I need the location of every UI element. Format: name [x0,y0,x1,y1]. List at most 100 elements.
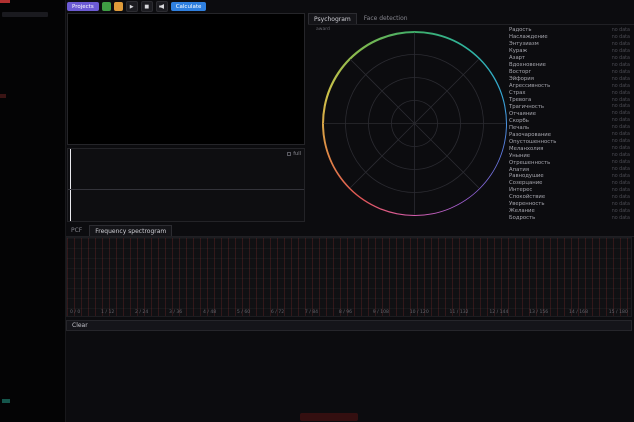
emotion-value: no data [612,42,630,47]
radar-grid [322,31,507,216]
emotion-value: no data [612,153,630,158]
time-tick: 12 / 144 [489,310,508,315]
emotion-value: no data [612,91,630,96]
emotion-name: Спокойствие [509,194,545,200]
clear-button[interactable]: Clear [66,320,632,331]
emotion-name: Интерес [509,187,532,193]
emotion-name: Уныние [509,153,530,159]
app-window: Projects ▶ ■ Calculate full Psychogram F… [0,0,634,422]
emotion-name: Эйфория [509,76,534,82]
projects-button[interactable]: Projects [67,2,99,11]
emotion-row: Созерцание no data [509,180,630,187]
emotion-name: Желание [509,208,535,214]
emotion-value: no data [612,70,630,75]
tab-frequency-spectrogram[interactable]: Frequency spectrogram [89,225,172,236]
checkbox-icon [287,152,291,156]
emotion-name: Энтузиазм [509,41,539,47]
time-tick: 10 / 120 [410,310,429,315]
emotion-name: Тревога [509,97,531,103]
toolbar-button-green[interactable] [102,2,111,11]
emotion-row: Равнодушие no data [509,173,630,180]
waveform-baseline [68,189,304,190]
emotion-value: no data [612,167,630,172]
emotion-value: no data [612,195,630,200]
play-icon: ▶ [130,4,134,10]
emotion-name: Отчаяние [509,111,536,117]
emotion-name: Разочарование [509,132,551,138]
time-tick: 13 / 156 [529,310,548,315]
sidebar-marker-teal [2,399,10,403]
emotion-row: Отчаяние no data [509,110,630,117]
emotion-value: no data [612,188,630,193]
speaker-icon [159,4,164,9]
bottom-panel-tabs: PCF Frequency spectrogram [66,225,634,237]
toolbar: Projects ▶ ■ Calculate [67,1,206,12]
full-label: full [293,151,301,157]
spectrogram-panel: 0 / 01 / 122 / 243 / 364 / 485 / 606 / 7… [66,237,632,317]
video-preview [67,13,305,145]
time-tick: 2 / 24 [135,310,148,315]
sidebar-marker-red [0,0,10,3]
emotion-name: Восторг [509,69,531,75]
time-tick: 15 / 180 [609,310,628,315]
emotion-row: Скорбь no data [509,117,630,124]
emotion-value: no data [612,84,630,89]
emotion-row: Уныние no data [509,152,630,159]
radar-chart [322,31,507,216]
tab-psychogram[interactable]: Psychogram [308,13,357,24]
emotion-name: Азарт [509,55,525,61]
emotion-name: Бодрость [509,215,535,221]
emotion-name: Страх [509,90,526,96]
emotion-value: no data [612,209,630,214]
emotion-name: Скорбь [509,118,529,124]
emotion-row: Страх no data [509,90,630,97]
emotion-value: no data [612,146,630,151]
emotion-name: Кураж [509,48,527,54]
emotion-row: Интерес no data [509,187,630,194]
emotion-name: Трагичность [509,104,544,110]
emotion-row: Печаль no data [509,124,630,131]
emotion-value: no data [612,139,630,144]
toolbar-button-orange[interactable] [114,2,123,11]
time-tick: 8 / 96 [339,310,352,315]
time-tick: 11 / 132 [450,310,469,315]
emotion-row: Наслаждение no data [509,34,630,41]
emotion-name: Радость [509,27,531,33]
emotion-value: no data [612,104,630,109]
emotion-value: no data [612,125,630,130]
emotion-row: Тревога no data [509,97,630,104]
time-tick: 6 / 72 [271,310,284,315]
emotion-name: Наслаждение [509,34,548,40]
emotion-name: Печаль [509,125,529,131]
emotion-name: Вдохновение [509,62,546,68]
emotion-value: no data [612,98,630,103]
emotion-value: no data [612,77,630,82]
emotion-row: Желание no data [509,208,630,215]
emotion-name: Созерцание [509,180,542,186]
full-checkbox[interactable]: full [287,151,301,157]
emotion-name: Апатия [509,167,529,173]
emotion-row: Азарт no data [509,55,630,62]
left-sidebar [0,0,66,422]
emotion-row: Восторг no data [509,69,630,76]
tab-pcf[interactable]: PCF [66,225,87,236]
emotion-row: Отрешенность no data [509,159,630,166]
emotion-row: Энтузиазм no data [509,41,630,48]
volume-button[interactable] [156,1,168,12]
emotion-row: Опустошенность no data [509,138,630,145]
right-panel-tabs: Psychogram Face detection [308,13,634,25]
waveform-panel: full [67,148,305,222]
emotion-value: no data [612,181,630,186]
time-tick: 14 / 168 [569,310,588,315]
emotion-value: no data [612,174,630,179]
emotion-name: Отрешенность [509,160,550,166]
emotion-value: no data [612,160,630,165]
stop-button[interactable]: ■ [141,1,153,12]
emotions-list: Радость no data Наслаждение no data Энту… [509,27,630,222]
emotion-value: no data [612,118,630,123]
playhead[interactable] [70,149,71,221]
tab-face-detection[interactable]: Face detection [359,13,413,24]
play-button[interactable]: ▶ [126,1,138,12]
calculate-button[interactable]: Calculate [171,2,207,11]
emotion-row: Вдохновение no data [509,62,630,69]
